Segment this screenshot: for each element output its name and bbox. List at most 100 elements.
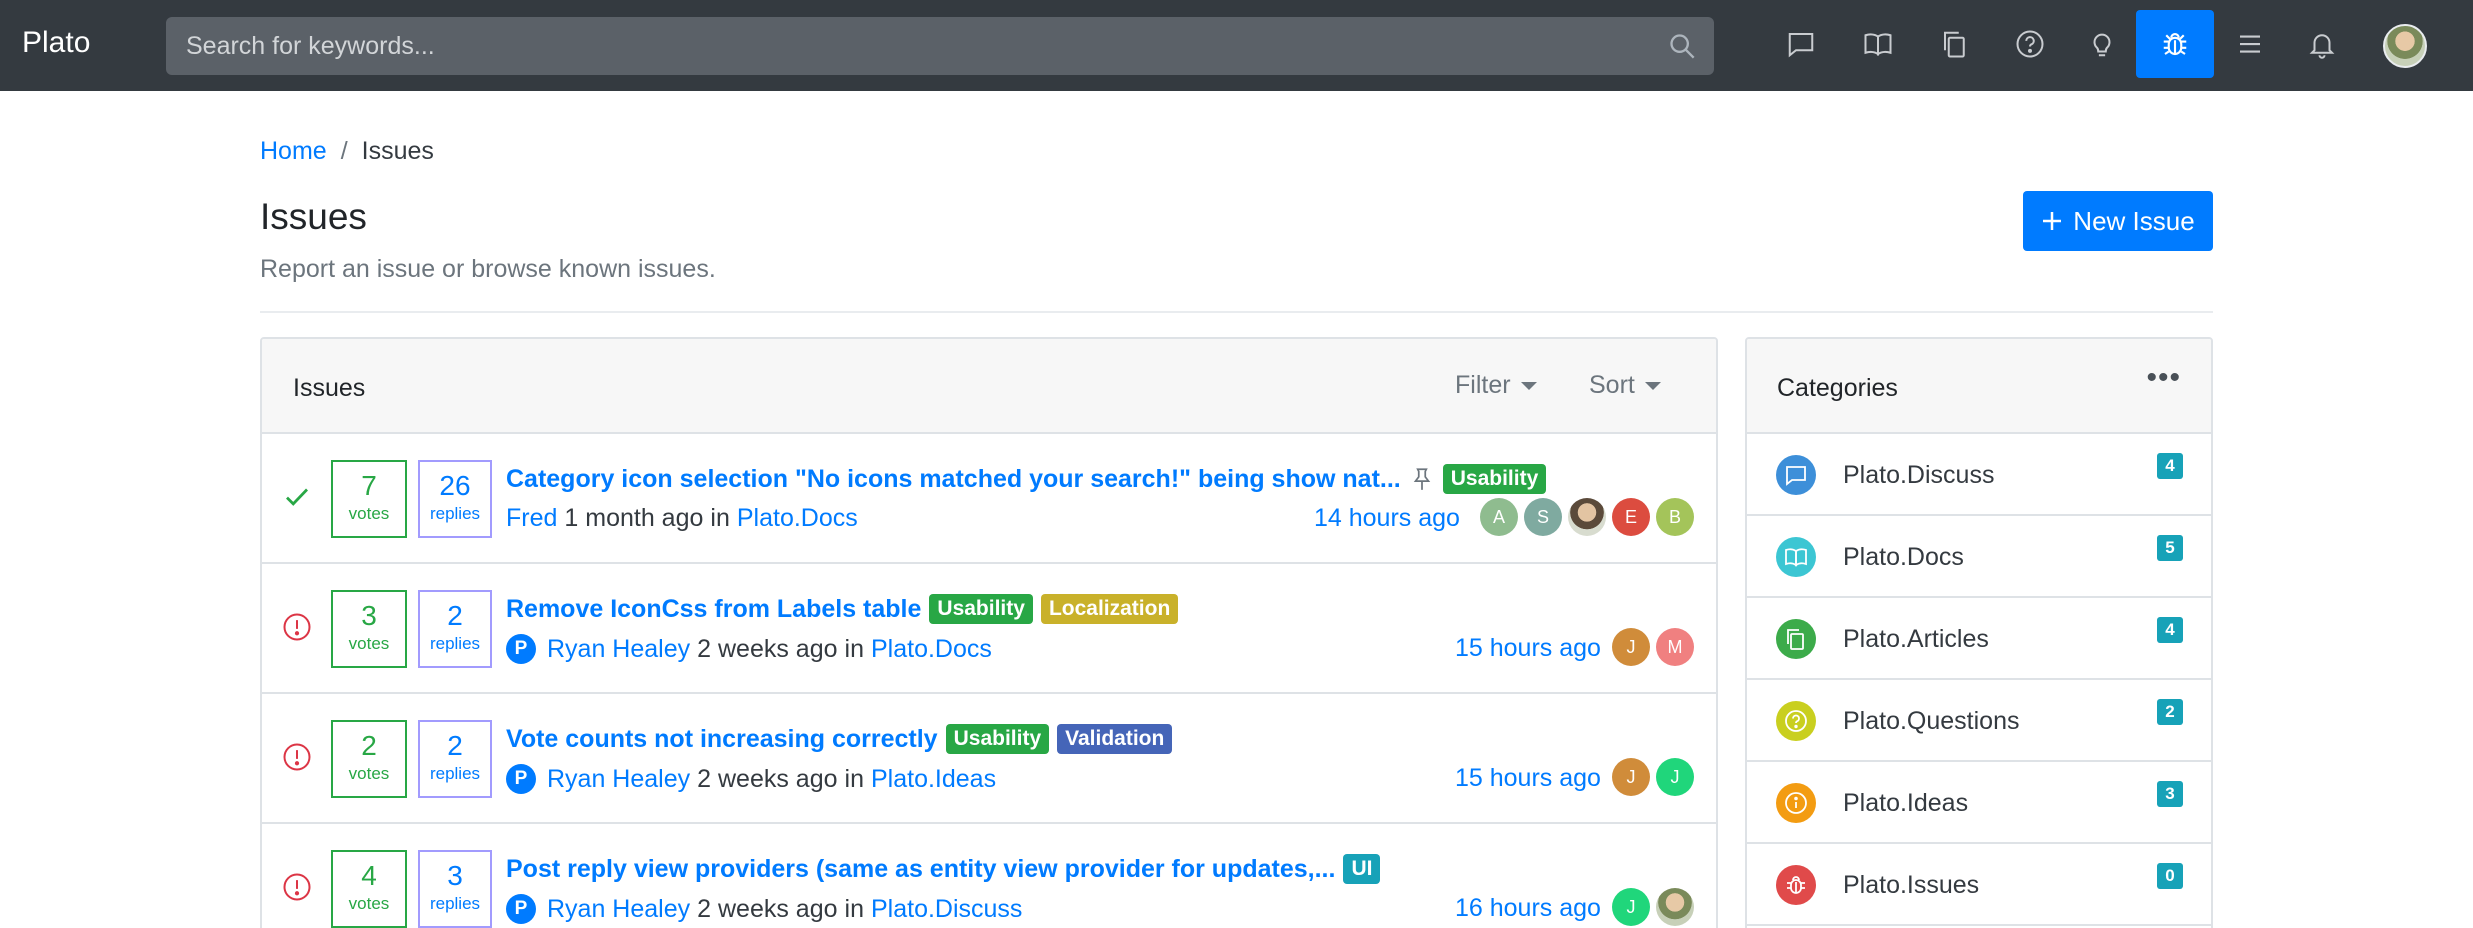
- avatar[interactable]: A: [1480, 498, 1518, 536]
- category-link[interactable]: Plato.Ideas: [871, 765, 996, 794]
- issues-card: Issues Filter Sort 7 votes 26 replies Ca…: [260, 337, 1718, 928]
- replies-count: 2: [447, 600, 463, 631]
- top-navbar: Plato: [0, 0, 2473, 91]
- label-badge[interactable]: Localization: [1040, 594, 1179, 624]
- issue-title-link[interactable]: Category icon selection "No icons matche…: [506, 465, 1401, 494]
- header-divider: [260, 311, 2213, 313]
- created-ago: 2 weeks ago: [697, 894, 838, 923]
- replies-counter[interactable]: 2 replies: [418, 590, 492, 668]
- brand-logo[interactable]: Plato: [22, 26, 90, 60]
- label-badge[interactable]: Usability: [945, 724, 1050, 754]
- sort-label: Sort: [1589, 371, 1635, 399]
- question-icon: [1776, 701, 1816, 741]
- votes-counter[interactable]: 3 votes: [331, 590, 407, 668]
- replies-counter[interactable]: 3 replies: [418, 850, 492, 928]
- bug-icon: [1776, 865, 1816, 905]
- alert-circle-icon: [283, 873, 311, 901]
- book-icon: [1864, 33, 1892, 56]
- avatar[interactable]: J: [1612, 758, 1650, 796]
- category-link[interactable]: Plato.Docs: [737, 504, 858, 533]
- nav-articles-button[interactable]: [1916, 10, 1994, 78]
- votes-counter[interactable]: 7 votes: [331, 460, 407, 538]
- bug-icon: [2163, 32, 2187, 56]
- label-badge[interactable]: Usability: [1442, 464, 1547, 494]
- avatar[interactable]: [1568, 498, 1606, 536]
- book-icon: [1776, 537, 1816, 577]
- author-link[interactable]: Ryan Healey: [547, 895, 690, 924]
- user-avatar[interactable]: [2383, 24, 2427, 68]
- category-item-questions[interactable]: Plato.Questions 2: [1747, 680, 2211, 762]
- category-count-badge: 0: [2157, 863, 2183, 889]
- category-count-badge: 4: [2157, 617, 2183, 643]
- updated-time-link[interactable]: 15 hours ago: [1455, 634, 1601, 663]
- votes-counter[interactable]: 2 votes: [331, 720, 407, 798]
- caret-down-icon: [1520, 381, 1537, 390]
- replies-label: replies: [429, 764, 481, 783]
- replies-label: replies: [429, 894, 481, 913]
- sort-dropdown[interactable]: Sort: [1589, 371, 1661, 400]
- new-issue-button[interactable]: New Issue: [2023, 191, 2213, 251]
- issue-title-link[interactable]: Vote counts not increasing correctly: [506, 725, 938, 754]
- category-item-ideas[interactable]: Plato.Ideas 3: [1747, 762, 2211, 844]
- category-item-docs[interactable]: Plato.Docs 5: [1747, 516, 2211, 598]
- updated-time-link[interactable]: 14 hours ago: [1314, 504, 1460, 533]
- category-link[interactable]: Plato.Docs: [871, 635, 992, 664]
- avatar[interactable]: J: [1656, 758, 1694, 796]
- breadcrumb-current: Issues: [361, 137, 434, 165]
- avatar[interactable]: E: [1612, 498, 1650, 536]
- in-text: in: [844, 634, 864, 663]
- category-item-articles[interactable]: Plato.Articles 4: [1747, 598, 2211, 680]
- author-link[interactable]: Ryan Healey: [547, 635, 690, 664]
- label-badge[interactable]: Usability: [929, 594, 1033, 624]
- issue-title-line: Vote counts not increasing correctly Usa…: [506, 724, 1173, 754]
- avatar[interactable]: M: [1656, 628, 1694, 666]
- nav-docs-button[interactable]: [1839, 10, 1917, 78]
- avatar[interactable]: J: [1612, 888, 1650, 926]
- nav-notifications-button[interactable]: [2283, 10, 2361, 78]
- avatar[interactable]: S: [1524, 498, 1562, 536]
- issue-title-link[interactable]: Post reply view providers (same as entit…: [506, 855, 1335, 884]
- author-link[interactable]: Ryan Healey: [547, 765, 690, 794]
- participant-avatars: J: [1612, 888, 1694, 926]
- replies-counter[interactable]: 2 replies: [418, 720, 492, 798]
- question-icon: [2016, 30, 2044, 58]
- avatar[interactable]: [1656, 888, 1694, 926]
- votes-label: votes: [348, 504, 390, 523]
- chat-icon: [1776, 455, 1816, 495]
- replies-counter[interactable]: 26 replies: [418, 460, 492, 538]
- updated-time-link[interactable]: 15 hours ago: [1455, 764, 1601, 793]
- avatar[interactable]: J: [1612, 628, 1650, 666]
- nav-questions-button[interactable]: [1991, 10, 2069, 78]
- breadcrumb-home-link[interactable]: Home: [260, 137, 327, 166]
- label-badge[interactable]: UI: [1343, 854, 1381, 884]
- issue-title-line: Post reply view providers (same as entit…: [506, 854, 1381, 884]
- nav-ideas-button[interactable]: [2063, 10, 2141, 78]
- search-icon[interactable]: [1668, 32, 1696, 60]
- participant-avatars: J J: [1612, 758, 1694, 796]
- author-link[interactable]: Fred: [506, 504, 557, 533]
- issue-title-link[interactable]: Remove IconCss from Labels table: [506, 595, 921, 624]
- issue-row: 7 votes 26 replies Category icon selecti…: [262, 434, 1716, 564]
- categories-card-header: Categories •••: [1747, 339, 2211, 434]
- category-count-badge: 5: [2157, 535, 2183, 561]
- nav-issues-button[interactable]: [2136, 10, 2214, 78]
- issues-card-title: Issues: [293, 374, 366, 402]
- in-text: in: [844, 894, 864, 923]
- more-options-button[interactable]: •••: [2146, 361, 2181, 395]
- nav-menu-button[interactable]: [2211, 10, 2289, 78]
- category-item-discuss[interactable]: Plato.Discuss 4: [1747, 434, 2211, 516]
- nav-discuss-button[interactable]: [1762, 10, 1840, 78]
- categories-card: Categories ••• Plato.Discuss 4 Plato.Doc…: [1745, 337, 2213, 928]
- copy-icon: [1776, 619, 1816, 659]
- category-item-issues[interactable]: Plato.Issues 0: [1747, 844, 2211, 926]
- avatar[interactable]: B: [1656, 498, 1694, 536]
- votes-counter[interactable]: 4 votes: [331, 850, 407, 928]
- pin-icon: [1413, 468, 1430, 490]
- filter-dropdown[interactable]: Filter: [1455, 371, 1537, 400]
- updated-time-link[interactable]: 16 hours ago: [1455, 894, 1601, 923]
- search-input[interactable]: [166, 17, 1656, 75]
- category-link[interactable]: Plato.Discuss: [871, 895, 1022, 924]
- page-title: Issues: [260, 196, 367, 237]
- breadcrumb-separator: /: [340, 137, 348, 165]
- label-badge[interactable]: Validation: [1057, 724, 1173, 754]
